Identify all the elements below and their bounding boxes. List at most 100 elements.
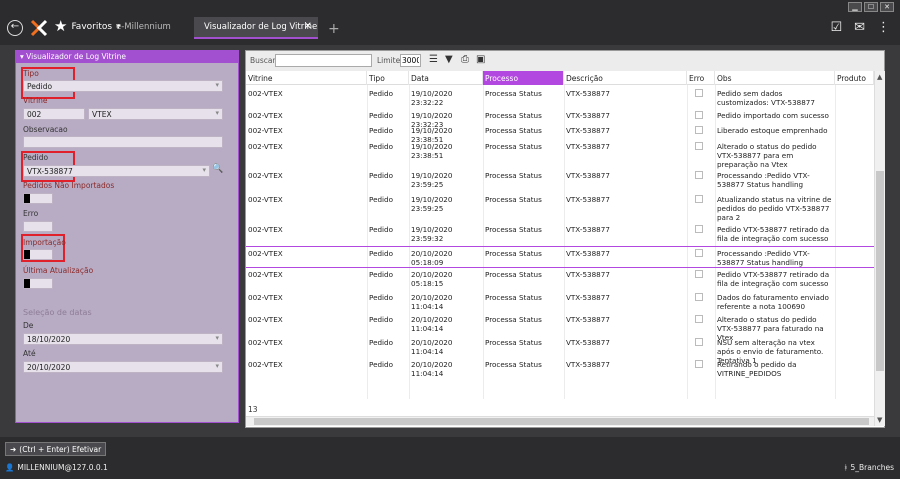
window-controls: ▁ ☐ ✕	[848, 2, 894, 12]
col-descricao[interactable]: Descrição	[564, 71, 687, 85]
print-icon[interactable]: ⎙	[461, 54, 469, 65]
table-row[interactable]: 002-VTEX Pedido 19/10/2020 23:59:32 Process…	[246, 223, 874, 246]
vitrine-code-input[interactable]: 002	[23, 108, 85, 120]
scroll-up-icon[interactable]: ▲	[877, 73, 882, 81]
vitrine-select[interactable]: VTEX ▾	[88, 108, 223, 120]
col-vitrine[interactable]: Vitrine	[246, 71, 367, 85]
grid-header: Vitrine Tipo Data Processo Descrição Err…	[246, 71, 874, 85]
table-row[interactable]: 002-VTEX Pedido 20/10/2020 05:18:15 Process…	[246, 268, 874, 291]
chevron-down-icon: ▾	[215, 109, 219, 117]
more-vertical-icon[interactable]: ⋮	[877, 20, 890, 35]
col-tipo[interactable]: Tipo	[367, 71, 409, 85]
erro-checkbox[interactable]	[695, 111, 703, 119]
cell-data: 20/10/2020 05:18:15	[411, 270, 453, 288]
erro-label: Erro	[23, 209, 39, 218]
search-icon[interactable]: 🔍	[212, 164, 223, 174]
favorites-menu[interactable]: ★ Favoritos ▾	[54, 19, 121, 34]
add-tab-icon[interactable]: +	[328, 22, 340, 36]
horizontal-scrollbar[interactable]	[246, 416, 874, 426]
erro-checkbox[interactable]	[695, 249, 703, 257]
erro-checkbox[interactable]	[695, 126, 703, 134]
erro-checkbox[interactable]	[695, 195, 703, 203]
ultima-atualizacao-toggle[interactable]	[23, 278, 53, 289]
cell-processo: Processa Status	[485, 89, 542, 98]
cell-obs: Processando :Pedido VTX-538877 Status ha…	[717, 249, 810, 267]
pedidos-nao-importados-toggle[interactable]	[23, 193, 53, 204]
pedido-select[interactable]: VTX-538877 ▾	[23, 165, 210, 177]
observacao-input[interactable]	[23, 136, 223, 148]
cell-obs: Pedido sem dados customizados: VTX-53887…	[717, 89, 815, 107]
search-input[interactable]	[275, 54, 372, 67]
filter-icon[interactable]: ▼	[445, 54, 453, 65]
clipboard-check-icon[interactable]: ☑	[830, 20, 842, 35]
efetivar-button[interactable]: ➜ (Ctrl + Enter) Efetivar	[5, 442, 107, 456]
col-erro[interactable]: Erro	[687, 71, 715, 85]
table-row[interactable]: 002-VTEX Pedido 19/10/2020 23:59:25 Process…	[246, 193, 874, 223]
col-processo[interactable]: Processo	[483, 71, 564, 85]
col-produto[interactable]: Produto	[835, 71, 874, 85]
cell-processo: Processa Status	[485, 111, 542, 120]
table-row[interactable]: 002-VTEX Pedido 19/10/2020 23:38:51 Process…	[246, 124, 874, 144]
cell-vitrine: 002-VTEX	[248, 293, 283, 302]
cell-descricao: VTX-538877	[566, 195, 610, 204]
de-date-select[interactable]: 18/10/2020 ▾	[23, 333, 223, 345]
cell-data: 19/10/2020 23:38:51	[411, 142, 453, 160]
table-row[interactable]: 002-VTEX Pedido 19/10/2020 23:59:25 Process…	[246, 169, 874, 193]
maximize-button[interactable]: ☐	[864, 2, 878, 12]
erro-checkbox[interactable]	[695, 225, 703, 233]
list-options-icon[interactable]: ☰	[429, 54, 438, 65]
tab-e-millennium[interactable]: e-Millennium	[116, 22, 171, 32]
close-window-button[interactable]: ✕	[880, 2, 894, 12]
table-row[interactable]: 002-VTEX Pedido 20/10/2020 11:04:14 Process…	[246, 313, 874, 342]
save-icon[interactable]: ▣	[476, 54, 485, 65]
col-data[interactable]: Data	[409, 71, 483, 85]
back-arrow-icon[interactable]: ←	[7, 20, 23, 36]
panel-header[interactable]: ▾ Visualizador de Log Vitrine	[16, 51, 238, 63]
cell-tipo: Pedido	[369, 338, 394, 347]
table-row[interactable]: 002-VTEX Pedido 20/10/2020 11:04:14 Process…	[246, 336, 874, 365]
erro-checkbox[interactable]	[695, 89, 703, 97]
cell-processo: Processa Status	[485, 338, 542, 347]
table-row[interactable]: 002-VTEX Pedido 20/10/2020 11:04:14 Process…	[246, 358, 874, 380]
cell-obs: Liberado estoque emprenhado	[717, 126, 828, 135]
cell-processo: Processa Status	[485, 270, 542, 279]
cell-descricao: VTX-538877	[566, 315, 610, 324]
vertical-scrollbar[interactable]: ▲ ▼	[874, 71, 885, 426]
table-row[interactable]: 002-VTEX Pedido 19/10/2020 23:32:23 Process…	[246, 109, 874, 129]
minimize-button[interactable]: ▁	[848, 2, 862, 12]
tipo-select[interactable]: Pedido ▾	[23, 80, 223, 92]
cell-data: 19/10/2020 23:59:25	[411, 171, 453, 189]
cell-processo: Processa Status	[485, 249, 542, 258]
ate-date-select[interactable]: 20/10/2020 ▾	[23, 361, 223, 373]
erro-toggle[interactable]	[23, 221, 53, 232]
cell-descricao: VTX-538877	[566, 126, 610, 135]
cell-processo: Processa Status	[485, 225, 542, 234]
ultima-atualizacao-label: Última Atualização	[23, 266, 94, 275]
branch-label: 5_Branches	[850, 463, 895, 472]
toolbar-right: ☑ ✉ ⋮	[830, 20, 890, 35]
erro-checkbox[interactable]	[695, 338, 703, 346]
cell-tipo: Pedido	[369, 360, 394, 369]
limit-input[interactable]	[400, 54, 421, 67]
chat-icon[interactable]: ✉	[854, 20, 865, 35]
erro-checkbox[interactable]	[695, 315, 703, 323]
tab-log-vitrine[interactable]: Visualizador de Log Vitrine ✕	[194, 17, 318, 39]
cell-obs: Atualizando status na vitrine de pedidos…	[717, 195, 832, 222]
cell-descricao: VTX-538877	[566, 338, 610, 347]
table-row[interactable]: 002-VTEX Pedido 20/10/2020 05:18:09 Process…	[246, 246, 874, 268]
col-obs[interactable]: Obs	[715, 71, 835, 85]
scroll-down-icon[interactable]: ▼	[877, 416, 882, 424]
table-row[interactable]: 002-VTEX Pedido 19/10/2020 23:38:51 Process…	[246, 140, 874, 169]
bottom-bar: ➜ (Ctrl + Enter) Efetivar 👤 MILLENNIUM@1…	[0, 437, 900, 479]
erro-checkbox[interactable]	[695, 270, 703, 278]
search-label: Buscar	[250, 56, 276, 65]
erro-checkbox[interactable]	[695, 293, 703, 301]
cell-processo: Processa Status	[485, 195, 542, 204]
importacao-toggle[interactable]	[23, 249, 53, 260]
table-row[interactable]: 002-VTEX Pedido 20/10/2020 11:04:14 Process…	[246, 291, 874, 313]
erro-checkbox[interactable]	[695, 360, 703, 368]
table-row[interactable]: 002-VTEX Pedido 19/10/2020 23:32:22 Process…	[246, 87, 874, 109]
erro-checkbox[interactable]	[695, 142, 703, 150]
close-tab-icon[interactable]: ✕	[304, 21, 312, 32]
erro-checkbox[interactable]	[695, 171, 703, 179]
